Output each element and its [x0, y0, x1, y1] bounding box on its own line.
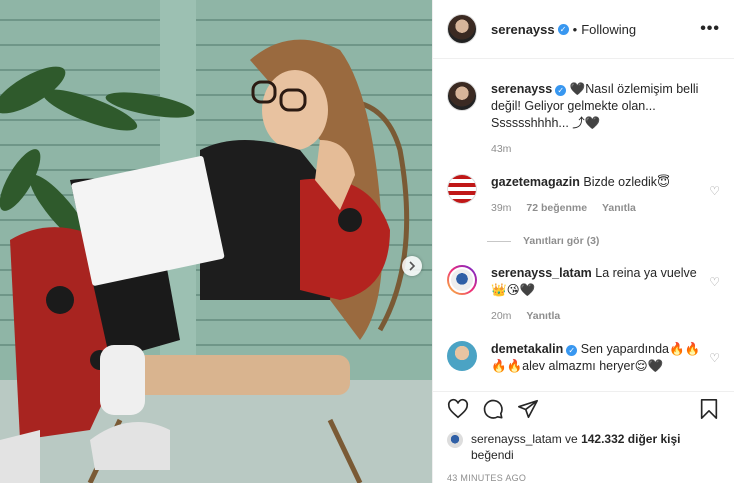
share-icon[interactable] [517, 398, 539, 420]
post-side-panel: serenayss ✓ • Following ••• serenayss ✓ 🖤… [432, 0, 734, 483]
liker-username[interactable]: serenayss_latam [471, 432, 562, 446]
reply-button[interactable]: Yanıtla [602, 202, 636, 214]
comment: demetakalin ✓ Sen yapardında🔥🔥🔥🔥alev alma… [447, 341, 720, 375]
comment-like-heart-icon[interactable]: ♡ [706, 174, 720, 217]
caption-age[interactable]: 43m [491, 143, 511, 155]
verified-badge-icon: ✓ [566, 345, 578, 356]
likes-connector: ve [561, 432, 582, 446]
more-options-icon[interactable]: ••• [700, 20, 720, 38]
commenter-avatar[interactable] [447, 265, 477, 295]
post-timestamp[interactable]: 43 MINUTES AGO [433, 463, 734, 483]
post-modal: serenayss ✓ • Following ••• serenayss ✓ 🖤… [0, 0, 734, 483]
comment-like-heart-icon[interactable]: ♡ [706, 341, 720, 375]
view-replies-label: Yanıtları gör (3) [523, 235, 600, 247]
comment-age[interactable]: 20m [491, 310, 511, 322]
commenter-username[interactable]: gazetemagazin [491, 175, 580, 189]
commenter-username[interactable]: serenayss_latam [491, 266, 592, 280]
comment-like-heart-icon[interactable]: ♡ [706, 265, 720, 325]
post-header: serenayss ✓ • Following ••• [433, 0, 734, 59]
replies-divider [487, 240, 511, 242]
caption-username[interactable]: serenayss [491, 82, 552, 96]
comment-age[interactable]: 39m [491, 202, 511, 214]
verified-badge-icon: ✓ [555, 85, 567, 96]
post-photo[interactable] [0, 0, 432, 483]
comment: serenayss_latam La reina ya vuelve 👑😘🖤 2… [447, 265, 720, 325]
author-username[interactable]: serenayss [491, 22, 555, 37]
bookmark-icon[interactable] [698, 398, 720, 420]
chevron-right-icon [409, 261, 416, 271]
comment-text: Bizde ozledik😇 [583, 175, 671, 189]
comment-likes[interactable]: 72 beğenme [526, 202, 587, 214]
view-replies-button[interactable]: Yanıtları gör (3) [487, 235, 720, 247]
post-actions [433, 391, 734, 425]
reply-button[interactable]: Yanıtla [526, 310, 560, 322]
comment: gazetemagazin Bizde ozledik😇 39m 72 beğe… [447, 174, 720, 217]
commenter-username[interactable]: demetakalin [491, 342, 563, 356]
comments-list[interactable]: serenayss ✓ 🖤Nasıl özlemişim belli değil!… [433, 59, 734, 391]
verified-badge-icon: ✓ [557, 23, 569, 35]
likes-count[interactable]: 142.332 diğer kişi [581, 432, 680, 446]
caption-avatar[interactable] [447, 81, 477, 111]
author-avatar[interactable] [447, 14, 477, 44]
photo-illustration [0, 0, 432, 483]
next-photo-button[interactable] [402, 256, 422, 276]
following-button[interactable]: Following [581, 22, 636, 37]
commenter-avatar[interactable] [447, 341, 477, 371]
likes-suffix: beğendi [471, 448, 514, 462]
header-separator: • [572, 21, 578, 37]
comment-icon[interactable] [482, 398, 504, 420]
caption: serenayss ✓ 🖤Nasıl özlemişim belli değil!… [447, 81, 720, 158]
liker-avatar[interactable] [447, 432, 463, 448]
heart-icon[interactable] [447, 398, 469, 420]
likes-summary: serenayss_latam ve 142.332 diğer kişi be… [433, 425, 734, 463]
commenter-avatar[interactable] [447, 174, 477, 204]
